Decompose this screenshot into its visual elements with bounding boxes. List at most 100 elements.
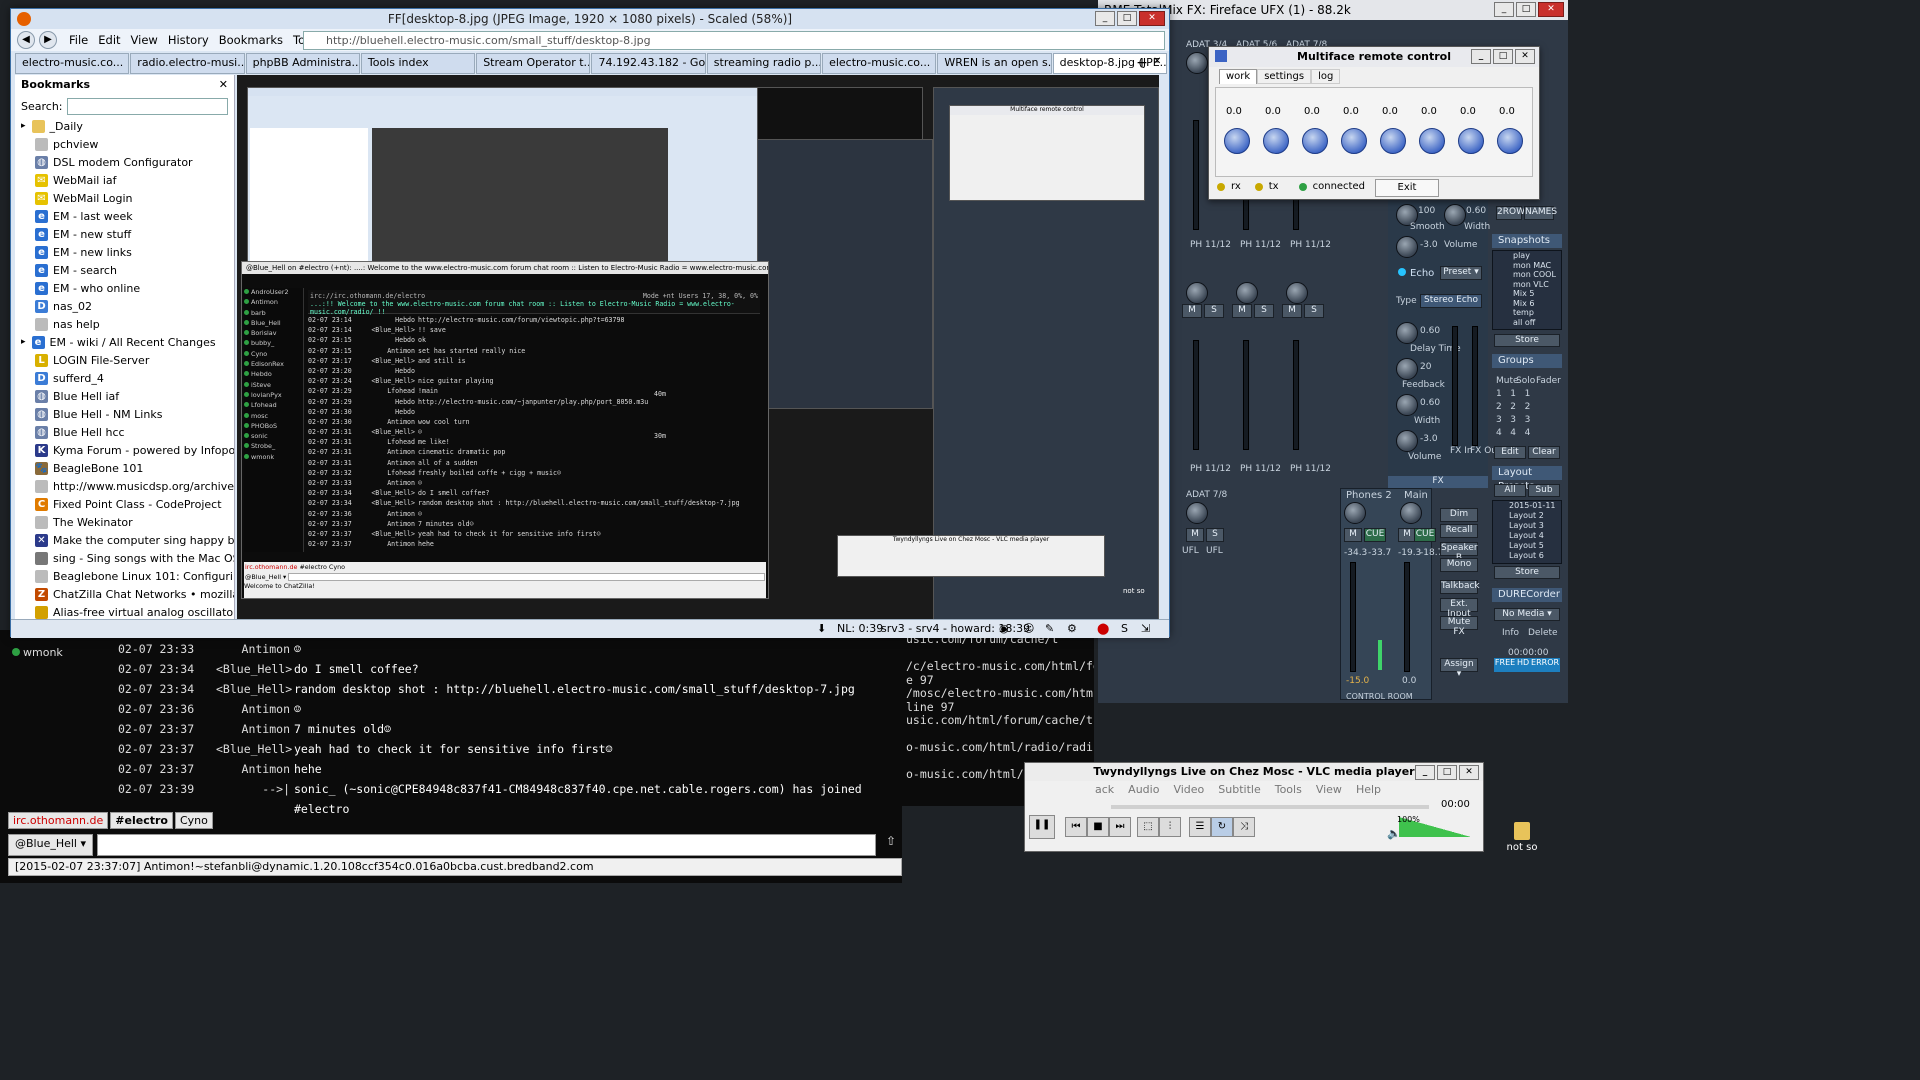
groups-grid[interactable]: 1 1 12 2 23 3 34 4 4 — [1496, 388, 1560, 438]
bookmark-item[interactable]: C Fixed Point Class - CodeProject — [15, 495, 234, 513]
nested-user[interactable]: Blue_Hell — [244, 319, 303, 329]
s-icon[interactable]: S — [1121, 620, 1128, 638]
nested-user[interactable]: EdisonRex — [244, 360, 303, 370]
minimize-button[interactable]: _ — [1095, 11, 1115, 26]
tab-close-icon[interactable]: ✕ — [1153, 56, 1161, 67]
snapshot-item[interactable]: mon COOL — [1493, 270, 1561, 280]
nested-chat-input[interactable] — [288, 573, 765, 581]
snapshot-item[interactable]: mon MAC — [1493, 261, 1561, 271]
bookmark-item[interactable]: ◍ Blue Hell iaf — [15, 387, 234, 405]
remote-knob[interactable] — [1458, 128, 1484, 154]
nested-user[interactable]: Borislav — [244, 329, 303, 339]
remote-knob[interactable] — [1302, 128, 1328, 154]
close-button[interactable]: ✕ — [1538, 2, 1564, 17]
minimize-button[interactable]: _ — [1494, 2, 1514, 17]
vlc-seek-bar[interactable] — [1111, 805, 1429, 809]
dim-button[interactable]: Dim — [1440, 508, 1478, 522]
echo-width-knob[interactable] — [1396, 394, 1418, 416]
solo-button[interactable]: S — [1304, 304, 1324, 318]
remote-knob[interactable] — [1224, 128, 1250, 154]
nested-user[interactable]: Lfohead — [244, 401, 303, 411]
solo-button[interactable]: S — [1206, 528, 1224, 542]
nested-user[interactable]: sonic — [244, 432, 303, 442]
nested-user[interactable]: barb — [244, 309, 303, 319]
main-volume-knob[interactable] — [1400, 502, 1422, 524]
gain-knob[interactable] — [1186, 502, 1208, 524]
addon-icon[interactable]: ◉ — [999, 620, 1009, 638]
nested-tab-server[interactable]: irc.othomann.de — [245, 563, 297, 571]
tab-electro[interactable]: #electro — [110, 812, 173, 829]
exit-button[interactable]: Exit — [1375, 179, 1439, 197]
nested-user[interactable]: bubby_ — [244, 339, 303, 349]
snapshot-item[interactable]: play — [1493, 251, 1561, 261]
feedback-knob[interactable] — [1396, 358, 1418, 380]
snapshot-item[interactable]: Mix 5 — [1493, 289, 1561, 299]
new-tab-button[interactable]: + — [1133, 55, 1151, 73]
previous-button[interactable]: ⏮ — [1065, 817, 1087, 837]
gain-knob[interactable] — [1186, 282, 1208, 304]
main-fader[interactable] — [1404, 562, 1410, 672]
maximize-button[interactable]: □ — [1437, 765, 1457, 780]
fx-out-fader[interactable] — [1472, 326, 1478, 446]
tab-settings[interactable]: settings — [1257, 69, 1312, 84]
2row-button[interactable]: 2ROW — [1496, 206, 1525, 220]
tab-server[interactable]: irc.othomann.de — [8, 812, 109, 829]
layout-item[interactable]: Layout 3 — [1493, 521, 1561, 531]
nested-user[interactable]: iSteve — [244, 381, 303, 391]
layout-presets-header[interactable]: Layout Presets — [1492, 466, 1562, 492]
maximize-button[interactable]: □ — [1516, 2, 1536, 17]
smiley-icon[interactable]: ☺ — [1023, 620, 1034, 638]
gain-knob[interactable] — [1186, 52, 1208, 74]
chat-input[interactable] — [97, 834, 876, 856]
bookmark-item[interactable]: sing - Sing songs with the Mac OS X... — [15, 549, 234, 567]
width-knob[interactable] — [1444, 204, 1466, 226]
browser-tab[interactable]: 74.192.43.182 - Go... — [591, 53, 706, 74]
next-button[interactable]: ⏭ — [1109, 817, 1131, 837]
mute-button[interactable]: M — [1186, 528, 1204, 542]
fx-in-fader[interactable] — [1452, 326, 1458, 446]
back-button[interactable]: ◀ — [17, 31, 35, 49]
loop-button[interactable]: ↻ — [1211, 817, 1233, 837]
bookmark-item[interactable]: pchview — [15, 135, 234, 153]
remote-knob[interactable] — [1497, 128, 1523, 154]
vlc-menu-tools[interactable]: Tools — [1275, 783, 1302, 796]
forward-button[interactable]: ▶ — [39, 31, 57, 49]
bookmark-item[interactable]: ▸ _Daily — [15, 117, 234, 135]
menu-history[interactable]: History — [164, 33, 213, 47]
vlc-menu-view[interactable]: View — [1316, 783, 1342, 796]
url-bar[interactable]: http://bluehell.electro-music.com/small_… — [303, 31, 1165, 50]
vlc-menu-ack[interactable]: ack — [1095, 783, 1114, 796]
mute-fx-button[interactable]: Mute FX — [1440, 616, 1478, 637]
browser-tab[interactable]: radio.electro-musi... — [130, 53, 245, 74]
download-icon[interactable]: ⬇ — [817, 620, 826, 638]
snapshot-item[interactable]: all off — [1493, 318, 1561, 328]
nested-user[interactable]: lovianPyx — [244, 391, 303, 401]
preset-dropdown[interactable]: Preset ▾ — [1440, 266, 1482, 280]
browser-tab[interactable]: Tools index — [360, 53, 476, 74]
bookmark-item[interactable]: K Kyma Forum - powered by Infopop — [15, 441, 234, 459]
bookmark-item[interactable]: e EM - search — [15, 261, 234, 279]
menu-view[interactable]: View — [127, 33, 162, 47]
bookmark-item[interactable]: e EM - who online — [15, 279, 234, 297]
maximize-button[interactable]: □ — [1493, 49, 1513, 64]
layout-item[interactable]: 2015-01-11 — [1493, 501, 1561, 511]
vlc-menu-audio[interactable]: Audio — [1128, 783, 1159, 796]
menu-bookmarks[interactable]: Bookmarks — [215, 33, 287, 47]
layout-item[interactable]: Layout 6 — [1493, 551, 1561, 561]
bookmark-item[interactable]: nas help — [15, 315, 234, 333]
expand-arrow-icon[interactable]: ▸ — [21, 121, 26, 131]
durec-delete-button[interactable]: Delete — [1528, 628, 1558, 638]
adblock-icon[interactable]: ⬤ — [1097, 620, 1109, 638]
channel-fader[interactable] — [1193, 120, 1199, 230]
bookmark-item[interactable]: ✉ WebMail iaf — [15, 171, 234, 189]
phones-fader[interactable] — [1350, 562, 1356, 672]
no-media-dropdown[interactable]: No Media ▾ — [1494, 608, 1560, 621]
bookmark-item[interactable]: e EM - new links — [15, 243, 234, 261]
bookmark-item[interactable]: Dsufferd_4 — [15, 369, 234, 387]
nested-tab-cyno[interactable]: Cyno — [329, 563, 345, 571]
menu-edit[interactable]: Edit — [94, 33, 124, 47]
minimize-button[interactable]: _ — [1415, 765, 1435, 780]
nested-user[interactable]: Strobe_ — [244, 442, 303, 452]
vlc-menu-video[interactable]: Video — [1173, 783, 1204, 796]
mute-button[interactable]: M — [1182, 304, 1202, 318]
